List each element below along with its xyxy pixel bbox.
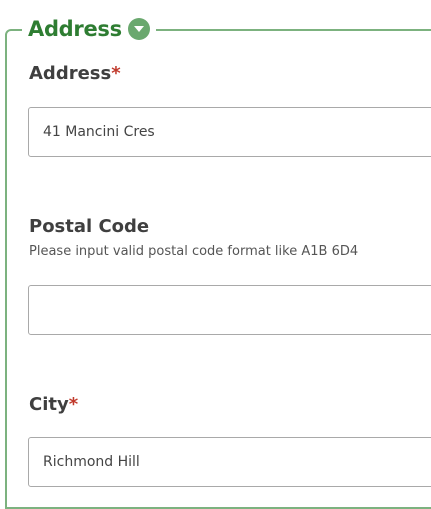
chevron-down-icon [133,25,144,32]
address-label: Address* [29,63,121,84]
address-input[interactable] [28,107,431,157]
required-marker: * [68,394,79,415]
postal-code-hint: Please input valid postal code format li… [29,244,359,259]
city-label-text: City [29,394,69,415]
address-label-text: Address [29,63,112,84]
city-label: City* [29,394,78,415]
section-legend: Address [22,14,156,44]
collapse-toggle-button[interactable] [127,18,150,40]
section-title: Address [28,17,122,41]
city-input[interactable] [28,437,431,487]
postal-code-label: Postal Code [29,216,149,237]
required-marker: * [111,63,121,84]
postal-code-label-text: Postal Code [29,216,150,237]
postal-code-input[interactable] [28,285,431,335]
